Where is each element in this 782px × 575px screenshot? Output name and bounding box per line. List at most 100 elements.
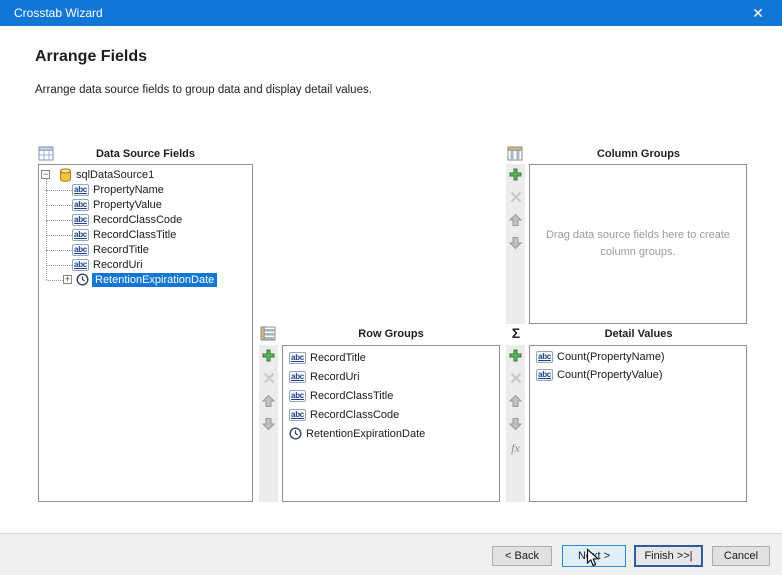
text-field-icon: abc [289,390,306,402]
add-column-group-button[interactable] [508,168,523,183]
column-groups-title: Column Groups [530,148,747,160]
delete-icon [262,371,276,388]
detail-value-item[interactable]: abc Count(PropertyName) [530,348,744,366]
next-button[interactable]: Next > [562,545,626,567]
tree-node-label: RetentionExpirationDate [92,273,217,287]
datetime-field-icon [76,273,89,286]
tree-node-label: RecordClassTitle [93,229,176,241]
column-groups-placeholder: Drag data source fields here to create c… [530,165,746,323]
tree-node-label: RecordClassCode [93,214,182,226]
row-group-label: RecordUri [310,371,360,383]
field-tree: − sqlDataSource1 abc PropertyName abc Pr… [39,165,252,501]
expression-fx-icon: fx [511,441,520,456]
row-group-item[interactable]: abc RecordClassTitle [283,386,497,405]
move-row-group-down-button[interactable] [261,418,276,433]
remove-row-group-button[interactable] [261,372,276,387]
move-up-icon [509,213,522,230]
tree-node-label: RecordUri [93,259,143,271]
row-group-label: RetentionExpirationDate [306,428,425,440]
tree-node-field[interactable]: abc PropertyValue [39,197,250,212]
row-group-item[interactable]: RetentionExpirationDate [283,424,497,443]
page-subtitle: Arrange data source fields to group data… [35,84,372,96]
close-button[interactable]: ✕ [740,0,776,26]
tree-node-label: sqlDataSource1 [76,169,154,181]
detail-value-item[interactable]: abc Count(PropertyValue) [530,366,744,384]
tree-node-root[interactable]: − sqlDataSource1 [39,167,250,182]
column-groups-icon [507,145,523,161]
column-groups-toolbar [506,164,525,324]
page-title: Arrange Fields [35,48,147,66]
crosstab-wizard-dialog: Crosstab Wizard ✕ Arrange Fields Arrange… [0,0,782,575]
move-down-icon [262,417,275,434]
row-groups-title: Row Groups [282,328,500,340]
text-field-icon: abc [289,371,306,383]
tree-node-field[interactable]: abc RecordClassCode [39,212,250,227]
database-icon [59,168,72,182]
cancel-button[interactable]: Cancel [712,546,770,566]
collapse-expander-icon[interactable]: − [41,170,50,179]
add-row-group-button[interactable] [261,349,276,364]
move-detail-value-up-button[interactable] [508,395,523,410]
add-icon [261,348,276,366]
expand-expander-icon[interactable]: + [63,275,72,284]
tree-node-field-selected[interactable]: + RetentionExpirationDate [39,272,250,287]
row-group-item[interactable]: abc RecordUri [283,367,497,386]
tree-node-label: RecordTitle [93,244,149,256]
tree-node-field[interactable]: abc RecordUri [39,257,250,272]
tree-node-label: PropertyName [93,184,164,196]
move-column-group-down-button[interactable] [508,237,523,252]
data-source-fields-tree[interactable]: − sqlDataSource1 abc PropertyName abc Pr… [38,164,253,502]
delete-icon [509,190,523,207]
close-icon: ✕ [752,5,764,21]
add-icon [508,167,523,185]
detail-values-toolbar: fx [506,345,525,502]
detail-values-sigma-icon: Σ [508,325,524,341]
tree-node-field[interactable]: abc RecordTitle [39,242,250,257]
text-field-icon: abc [72,259,89,271]
move-down-icon [509,236,522,253]
detail-value-label: Count(PropertyValue) [557,369,663,381]
add-icon [508,348,523,366]
text-field-icon: abc [536,369,553,381]
add-detail-value-button[interactable] [508,349,523,364]
remove-column-group-button[interactable] [508,191,523,206]
text-field-icon: abc [289,352,306,364]
column-groups-list[interactable]: Drag data source fields here to create c… [529,164,747,324]
text-field-icon: abc [72,199,89,211]
tree-node-field[interactable]: abc RecordClassTitle [39,227,250,242]
move-detail-value-down-button[interactable] [508,418,523,433]
row-groups-list[interactable]: abc RecordTitle abc RecordUri abc Record… [282,345,500,502]
datetime-field-icon [289,427,302,440]
move-down-icon [509,417,522,434]
finish-button[interactable]: Finish >>| [634,545,703,567]
back-button[interactable]: < Back [492,546,552,566]
detail-value-label: Count(PropertyName) [557,351,665,363]
row-group-item[interactable]: abc RecordTitle [283,348,497,367]
move-column-group-up-button[interactable] [508,214,523,229]
move-row-group-up-button[interactable] [261,395,276,410]
row-groups-icon [260,325,276,341]
detail-values-list[interactable]: abc Count(PropertyName) abc Count(Proper… [529,345,747,502]
row-group-label: RecordClassCode [310,409,399,421]
footer-bar: < Back Next > Finish >>| Cancel [0,533,782,575]
move-up-icon [509,394,522,411]
text-field-icon: abc [72,184,89,196]
move-up-icon [262,394,275,411]
delete-icon [509,371,523,388]
row-group-item[interactable]: abc RecordClassCode [283,405,497,424]
text-field-icon: abc [72,229,89,241]
text-field-icon: abc [289,409,306,421]
row-group-label: RecordClassTitle [310,390,393,402]
tree-node-field[interactable]: abc PropertyName [39,182,250,197]
remove-detail-value-button[interactable] [508,372,523,387]
data-source-fields-title: Data Source Fields [38,148,253,160]
detail-values-title: Detail Values [530,328,747,340]
row-groups-toolbar [259,345,278,502]
wizard-page: Arrange Fields Arrange data source field… [0,26,782,533]
title-bar: Crosstab Wizard ✕ [0,0,782,26]
expression-button[interactable]: fx [508,441,523,456]
text-field-icon: abc [536,351,553,363]
text-field-icon: abc [72,214,89,226]
text-field-icon: abc [72,244,89,256]
row-group-label: RecordTitle [310,352,366,364]
